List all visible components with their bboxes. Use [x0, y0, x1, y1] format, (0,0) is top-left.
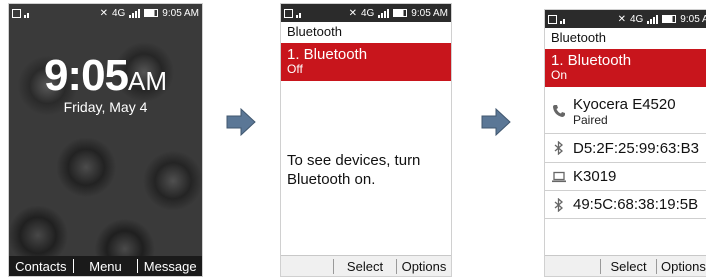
softkey-contacts[interactable]: Contacts	[9, 259, 73, 274]
phone-icon	[551, 103, 567, 119]
softkey-select[interactable]: Select	[600, 258, 656, 274]
device-name: 49:5C:68:38:19:5B	[573, 196, 699, 213]
notification-icon	[548, 14, 557, 24]
battery-icon	[393, 9, 408, 17]
mute-icon: ✕	[348, 7, 357, 19]
signal-icon	[560, 14, 565, 24]
laptop-icon	[551, 169, 567, 185]
bluetooth-off-message: To see devices, turn Bluetooth on.	[287, 152, 421, 188]
softkey-bar: Select Options	[545, 255, 706, 276]
device-name: Kyocera E4520	[573, 95, 676, 113]
bluetooth-on-screen: ✕ 4G 9:05 AM Bluetooth 1. Bluetooth On K…	[544, 9, 706, 277]
device-item[interactable]: K3019	[545, 163, 706, 191]
arrow-right-icon	[226, 107, 256, 137]
lock-screen: ✕ 4G 9:05 AM 9:05AM Friday, May 4 Contac…	[8, 3, 203, 277]
network-label: 4G	[111, 7, 126, 19]
status-bar: ✕ 4G 9:05 AM	[9, 4, 202, 22]
bluetooth-icon	[551, 140, 567, 156]
device-name: K3019	[573, 168, 617, 185]
status-bar: ✕ 4G 9:05 AM	[281, 4, 451, 22]
bluetooth-toggle-label: 1. Bluetooth	[287, 46, 368, 63]
device-name: D5:2F:25:99:63:B3	[573, 139, 699, 157]
mute-icon: ✕	[617, 13, 626, 25]
signal-icon	[647, 14, 659, 24]
status-time: 9:05 AM	[680, 13, 706, 25]
bluetooth-toggle-state: On	[551, 68, 568, 82]
bluetooth-toggle-label: 1. Bluetooth	[551, 52, 632, 69]
mute-icon: ✕	[99, 7, 108, 19]
network-label: 4G	[360, 7, 375, 19]
notification-icon	[12, 8, 21, 18]
arrow-right-icon	[481, 107, 511, 137]
status-time: 9:05 AM	[411, 7, 448, 19]
softkey-select[interactable]: Select	[333, 258, 396, 274]
battery-icon	[662, 15, 677, 23]
page-title: Bluetooth	[545, 28, 706, 47]
signal-icon	[129, 8, 141, 18]
device-item[interactable]: D5:2F:25:99:63:B3	[545, 134, 706, 163]
notification-icon	[284, 8, 293, 18]
bluetooth-toggle-state: Off	[287, 62, 303, 76]
bluetooth-toggle-item[interactable]: 1. Bluetooth Off	[281, 43, 451, 81]
clock-ampm: AM	[128, 66, 168, 96]
page-title: Bluetooth	[281, 22, 451, 41]
signal-icon	[24, 8, 29, 18]
network-label: 4G	[629, 13, 644, 25]
signal-icon	[296, 8, 301, 18]
softkey-message[interactable]: Message	[138, 259, 202, 274]
softkey-options[interactable]: Options	[656, 258, 706, 274]
status-bar: ✕ 4G 9:05 AM	[545, 10, 706, 28]
status-time: 9:05 AM	[162, 7, 199, 19]
softkey-menu[interactable]: Menu	[74, 259, 138, 274]
bluetooth-icon	[551, 197, 567, 213]
clock-date: Friday, May 4	[63, 99, 148, 115]
softkey-bar: Contacts Menu Message	[9, 256, 202, 276]
softkey-bar: Select Options	[281, 255, 451, 276]
device-status: Paired	[573, 112, 608, 127]
softkey-options[interactable]: Options	[396, 258, 451, 274]
device-item[interactable]: Kyocera E4520 Paired	[545, 89, 706, 134]
bluetooth-toggle-item[interactable]: 1. Bluetooth On	[545, 49, 706, 87]
bluetooth-off-screen: ✕ 4G 9:05 AM Bluetooth 1. Bluetooth Off …	[280, 3, 452, 277]
device-item[interactable]: 49:5C:68:38:19:5B	[545, 191, 706, 219]
battery-icon	[144, 9, 159, 17]
clock: 9:05AM Friday, May 4	[9, 51, 202, 115]
clock-time: 9:05	[43, 51, 129, 100]
signal-icon	[378, 8, 390, 18]
